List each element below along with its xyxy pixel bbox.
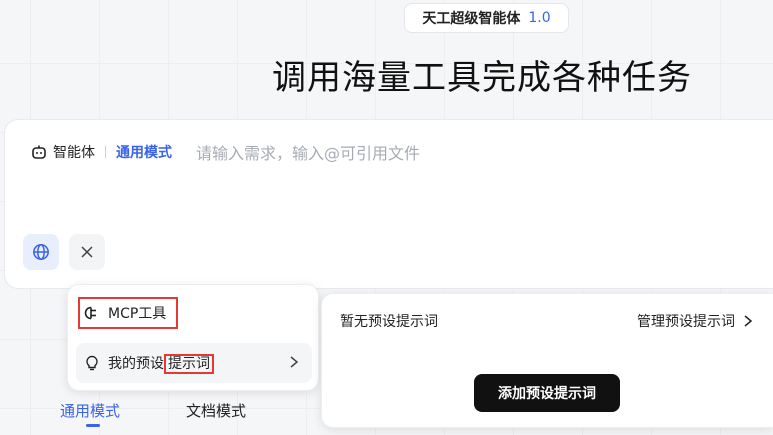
globe-icon	[33, 244, 49, 260]
page-title: 调用海量工具完成各种任务	[272, 58, 692, 98]
robot-icon	[32, 145, 46, 159]
lightbulb-icon	[86, 355, 98, 371]
my-prompts-label-highlight: 提示词	[164, 354, 214, 374]
bottom-mode-tabs: 通用模式 文档模式	[60, 400, 246, 427]
badge-name: 天工超级智能体	[422, 11, 521, 27]
my-prompts-label: 我的预设 提示词	[108, 353, 214, 374]
menu-item-mcp-tools[interactable]: MCP工具	[78, 297, 178, 329]
mcp-tools-label: MCP工具	[108, 306, 167, 322]
empty-prompts-text: 暂无预设提示词	[340, 314, 438, 330]
chevron-right-icon	[290, 356, 299, 368]
close-tools-button[interactable]	[69, 234, 105, 270]
tool-menu: MCP工具 我的预设 提示词	[67, 284, 319, 391]
preset-prompt-panel: 暂无预设提示词 管理预设提示词 添加预设提示词	[321, 293, 773, 428]
tab-document-mode[interactable]: 文档模式	[186, 400, 246, 421]
badge-version: 1.0	[528, 10, 551, 26]
mode-divider	[105, 146, 106, 158]
web-search-toggle[interactable]	[23, 234, 59, 270]
manage-prompts-link[interactable]: 管理预设提示词	[637, 311, 753, 331]
my-prompts-label-prefix: 我的预设	[108, 356, 164, 372]
prompt-input-placeholder[interactable]: 请输入需求，输入@可引用文件	[196, 140, 420, 164]
plug-icon	[84, 306, 96, 320]
close-icon	[81, 246, 93, 258]
menu-item-my-prompts[interactable]: 我的预设 提示词	[76, 343, 312, 383]
agent-label[interactable]: 智能体	[53, 142, 95, 162]
add-preset-prompt-button[interactable]: 添加预设提示词	[474, 374, 620, 412]
input-card[interactable]: 智能体 通用模式 请输入需求，输入@可引用文件	[4, 119, 773, 289]
mode-row: 智能体 通用模式 请输入需求，输入@可引用文件	[31, 140, 420, 164]
chevron-right-icon	[744, 315, 753, 327]
mode-selector[interactable]: 通用模式	[116, 142, 172, 162]
product-badge: 天工超级智能体 1.0	[404, 3, 569, 33]
tab-general-mode[interactable]: 通用模式	[60, 400, 120, 427]
manage-prompts-label: 管理预设提示词	[637, 314, 735, 330]
